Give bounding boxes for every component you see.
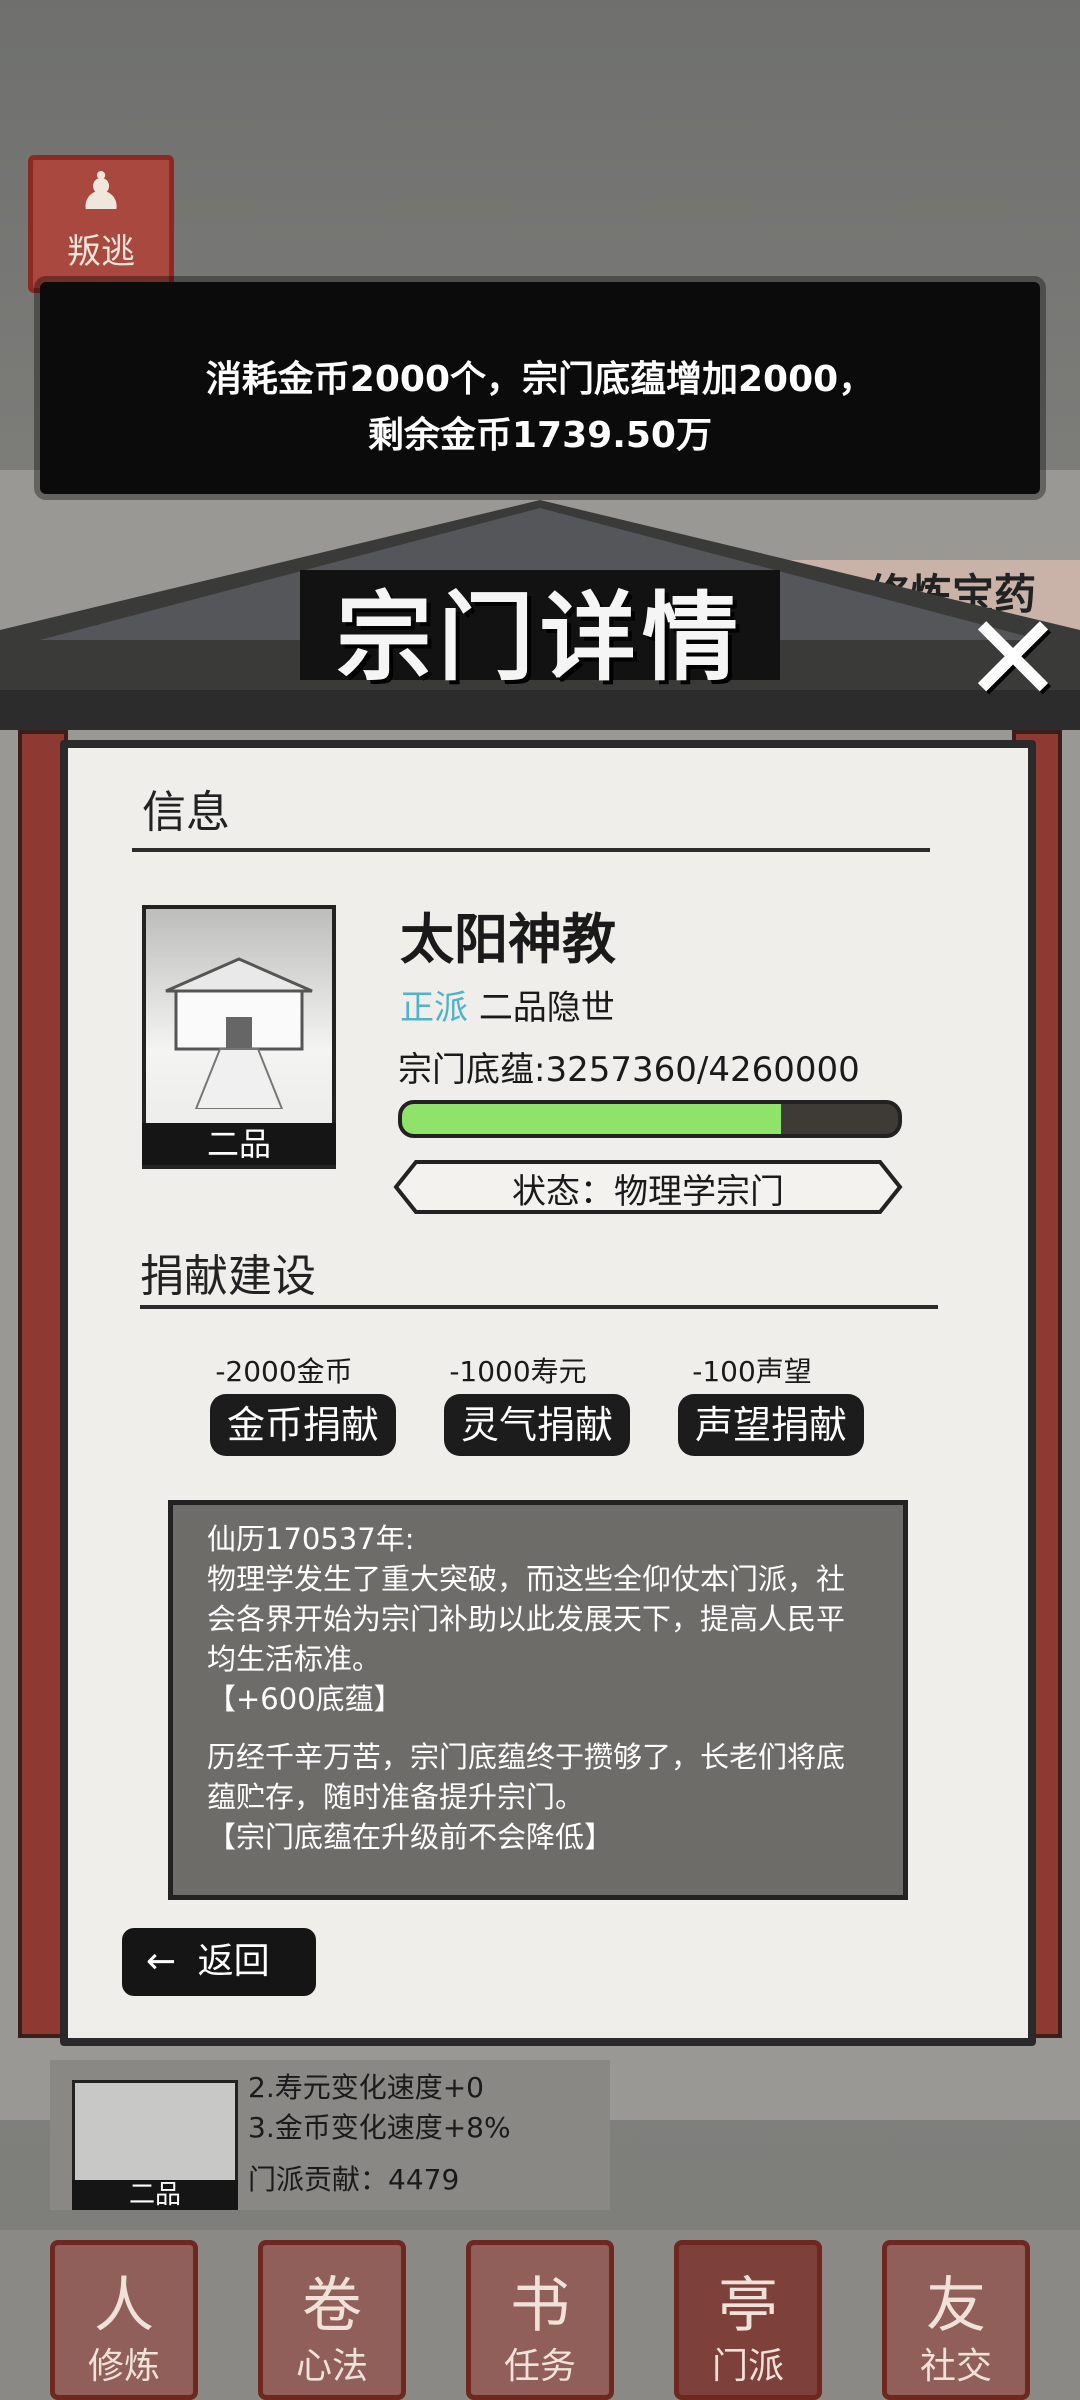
sect-name: 太阳神教	[400, 908, 616, 971]
log-spacer	[207, 1719, 869, 1737]
status-text: 状态：物理学宗门	[512, 1172, 784, 1212]
log-line: 【宗门底蕴在升级前不会降低】	[207, 1820, 614, 1854]
gold-donate-button[interactable]: 金币捐献	[210, 1394, 396, 1456]
contribution-label: 门派贡献：4479	[248, 2163, 460, 2196]
foundation-progress-bar	[398, 1100, 902, 1138]
escape-button[interactable]: ♟ 叛逃	[28, 155, 174, 293]
sect-rank: 正派 二品隐世	[400, 980, 615, 1029]
back-arrow-icon: ←	[146, 1941, 177, 1982]
alignment-label: 正派	[400, 988, 468, 1028]
book-icon: 书	[510, 2271, 570, 2341]
foundation-label: 宗门底蕴:3257360/4260000	[398, 1050, 860, 1090]
nav-label: 心法	[295, 2346, 368, 2387]
grade-badge: 二品	[142, 1123, 336, 1165]
info-header: 信息	[142, 787, 230, 838]
figure-icon: ♟	[77, 162, 125, 222]
nav-sect[interactable]: 亭 门派	[674, 2240, 822, 2400]
dialog-title: 宗门详情	[336, 581, 744, 694]
nav-tasks[interactable]: 书 任务	[466, 2240, 614, 2400]
foundation-progress-fill	[402, 1104, 782, 1134]
nav-label: 任务	[503, 2346, 576, 2387]
close-icon[interactable]: ✕	[958, 600, 1068, 720]
log-line: 仙历170537年:	[207, 1522, 415, 1556]
back-label: 返回	[197, 1941, 270, 1982]
back-button[interactable]: ← 返回	[122, 1928, 316, 1996]
nav-social[interactable]: 友 社交	[882, 2240, 1030, 2400]
bottom-line: 3.金币变化速度+8%	[248, 2111, 511, 2144]
log-line: 蕴贮存，随时准备提升宗门。	[207, 1780, 585, 1814]
friends-icon: 友	[926, 2271, 986, 2341]
bottom-sect-card: 二品 2.寿元变化速度+0 3.金币变化速度+8% 门派贡献：4479	[50, 2060, 610, 2210]
escape-label: 叛逃	[67, 232, 135, 272]
bottom-grade-badge: 二品	[72, 2180, 238, 2210]
pavilion-icon: 亭	[718, 2271, 778, 2341]
gold-cost: -2000金币	[215, 1355, 353, 1388]
nav-mind-method[interactable]: 卷 心法	[258, 2240, 406, 2400]
cultivate-icon: 人	[94, 2271, 154, 2341]
nav-label: 门派	[711, 2346, 784, 2387]
notice-text: 消耗金币2000个，宗门底蕴增加2000， 剩余金币1739.50万	[40, 352, 1040, 464]
prestige-donate-button[interactable]: 声望捐献	[678, 1394, 864, 1456]
lifespan-cost: -1000寿元	[449, 1355, 587, 1388]
notice-toast: 消耗金币2000个，宗门底蕴增加2000， 剩余金币1739.50万	[40, 282, 1040, 494]
nav-cultivate[interactable]: 人 修炼	[50, 2240, 198, 2400]
log-line: 会各界开始为宗门补助以此发展天下，提高人民平	[207, 1602, 846, 1636]
log-line: 物理学发生了重大突破，而这些全仰仗本门派，社	[207, 1562, 846, 1596]
bottom-line: 2.寿元变化速度+0	[248, 2071, 484, 2104]
donate-divider	[140, 1305, 938, 1309]
notice-line-1: 消耗金币2000个，宗门底蕴增加2000，	[205, 359, 875, 400]
qi-donate-button[interactable]: 灵气捐献	[444, 1394, 630, 1456]
log-line: 均生活标准。	[207, 1642, 382, 1676]
info-divider	[132, 848, 930, 852]
nav-label: 修炼	[87, 2346, 160, 2387]
log-line: 【+600底蕴】	[207, 1682, 403, 1716]
scroll-icon: 卷	[302, 2271, 362, 2341]
log-line: 历经千辛万苦，宗门底蕴终于攒够了，长老们将底	[207, 1740, 846, 1774]
bottom-sect-image	[72, 2080, 238, 2186]
notice-line-2: 剩余金币1739.50万	[368, 415, 712, 456]
prestige-cost: -100声望	[692, 1355, 812, 1388]
rank-label: 二品隐世	[478, 988, 615, 1028]
temple-icon	[165, 957, 313, 1110]
event-log: 仙历170537年: 物理学发生了重大突破，而这些全仰仗本门派，社 会各界开始为…	[168, 1500, 908, 1900]
nav-label: 社交	[919, 2346, 992, 2387]
donate-header: 捐献建设	[140, 1251, 316, 1302]
